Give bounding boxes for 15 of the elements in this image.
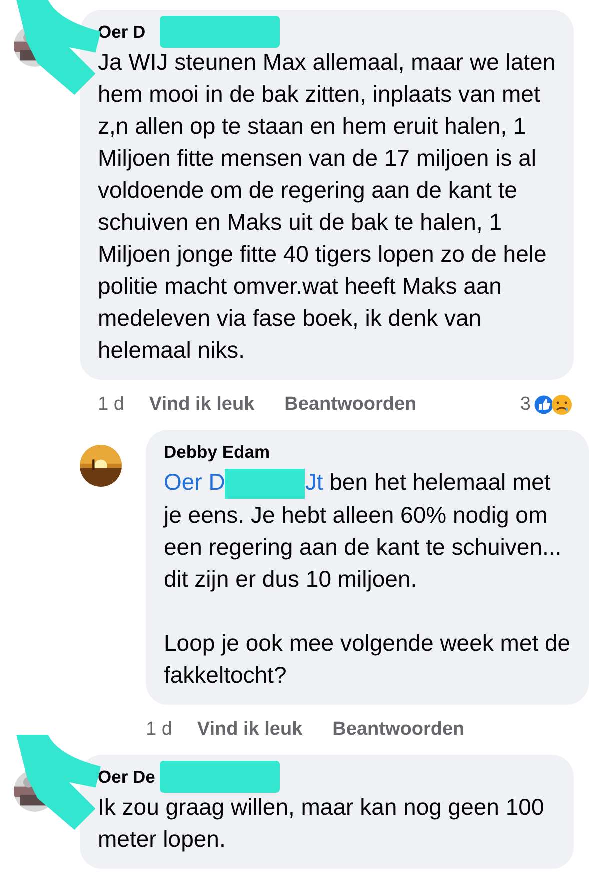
comment-time: 1 d <box>146 718 172 742</box>
reaction-count: 3 <box>520 392 531 417</box>
reply-link[interactable]: Beantwoorden <box>332 716 465 744</box>
like-link[interactable]: Vind ik leuk <box>197 716 303 744</box>
comment-text: Ik zou graag willen, maar kan nog geen 100 meter lopen. <box>98 792 546 854</box>
like-link[interactable]: Vind ik leuk <box>149 390 255 420</box>
author-name[interactable]: Oer D <box>98 22 146 42</box>
author-name[interactable]: Oer De <box>98 766 156 787</box>
comment-text: Oer D Jt ben het helemaal met je eens. Je hebt alleen 60% nodig om een regering aan de kant te schuiven... dit zijn er dus 10 miljoen. <box>164 468 563 594</box>
comment-text: Ja WIJ steunen Max allemaal, maar we laten hem mooi in de bak zitten, inplaats van met z,n allen op te staan en hem eruit halen, 1 Miljoen fitte mensen van de 17 miljoen is al voldoende om de regering aan de kant te schuiven en Maks uit de bak te halen, 1 Miljoen jonge fitte 40 tigers lopen zo de hele politie macht omver.wat heeft Maks aan medeleven via fase boek, ik denk van helemaal niks. <box>98 48 556 365</box>
author-name[interactable]: Debby Edam <box>164 442 270 462</box>
comment-time: 1 d <box>98 392 124 417</box>
reply-link[interactable]: Beantwoorden <box>284 390 417 420</box>
comment-text: Loop je ook mee volgende week met de fakkeltocht? <box>164 628 571 690</box>
reaction-icons <box>533 394 573 416</box>
